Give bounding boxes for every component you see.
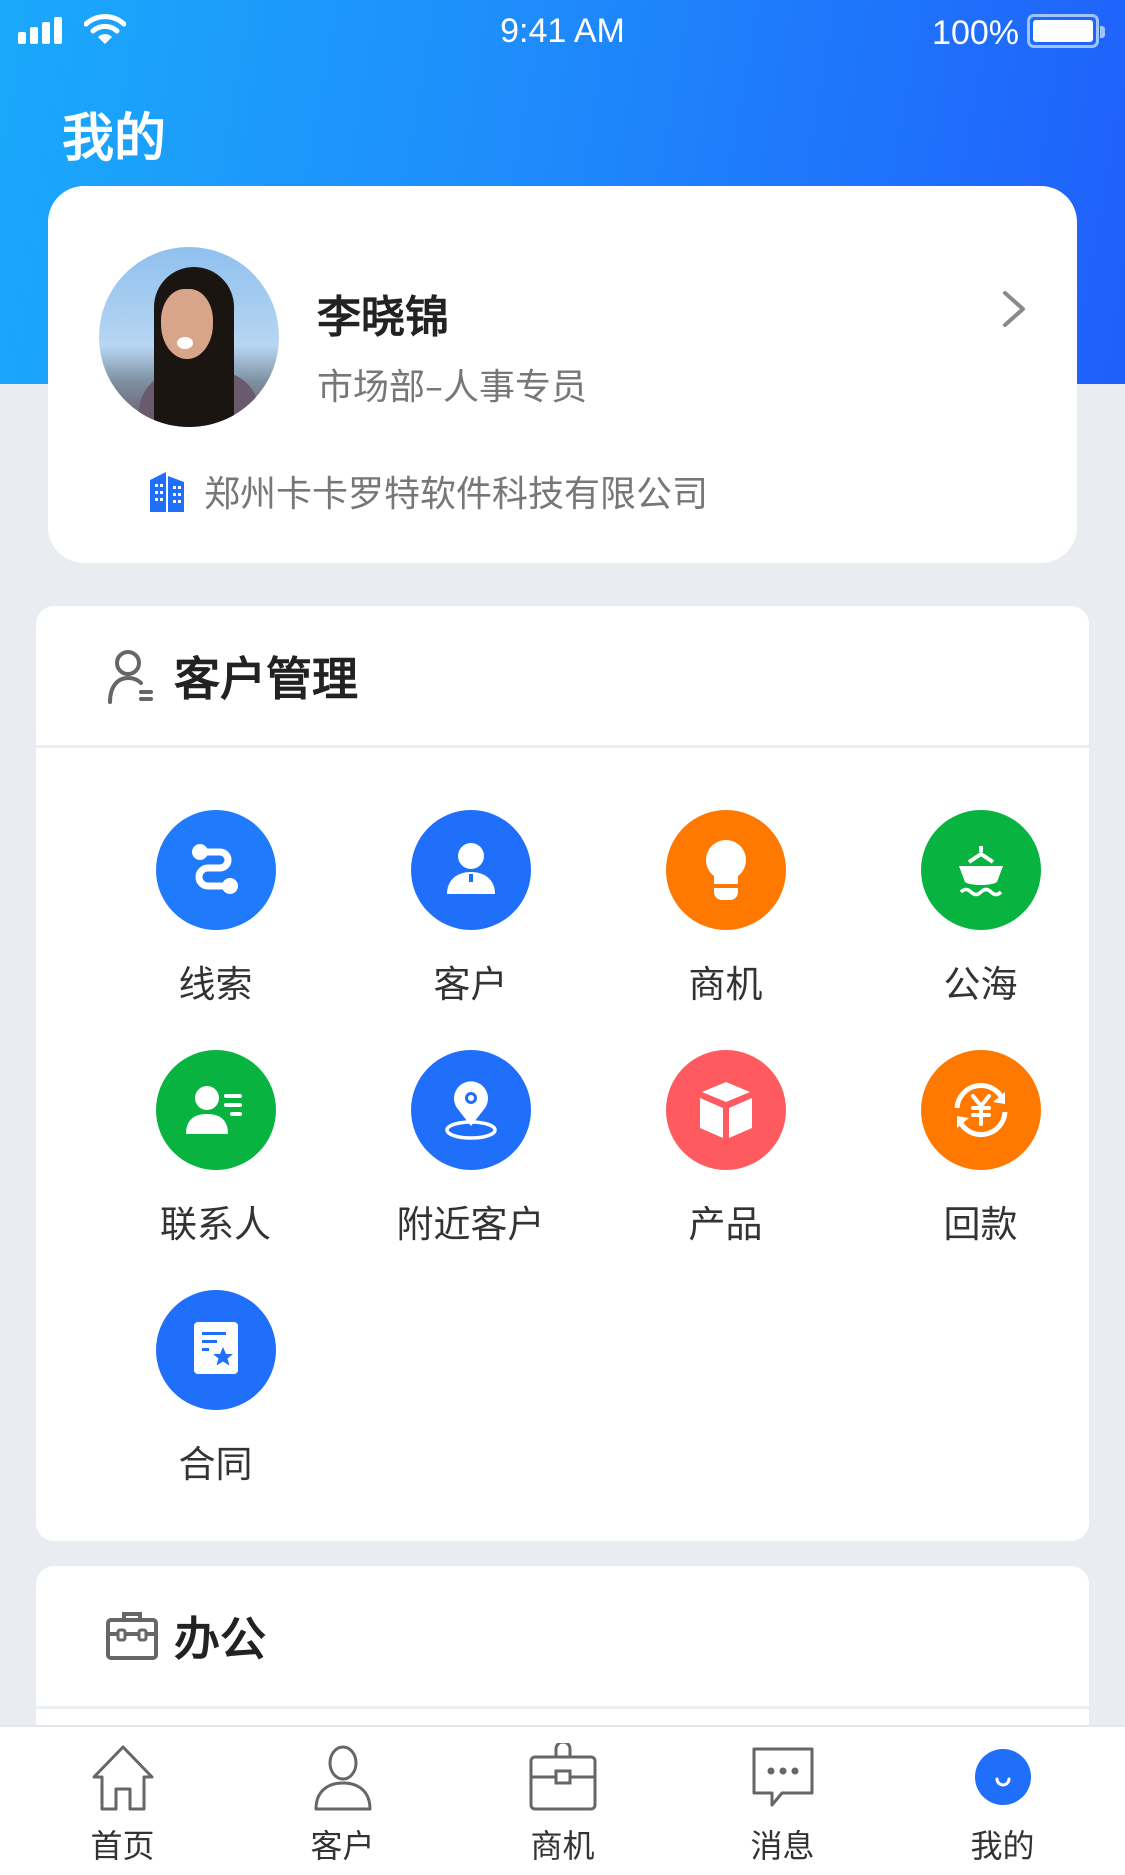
ship-icon xyxy=(921,810,1041,930)
tab-label: 客户 xyxy=(310,1827,375,1865)
tab-label: 我的 xyxy=(970,1827,1035,1865)
crm-item-opportunity[interactable]: 商机 xyxy=(598,810,853,1050)
profile-card[interactable]: 李晓锦 市场部–人事专员 郑州卡卡罗特软件科技有限公司 xyxy=(48,186,1077,563)
crm-item-contacts[interactable]: 联系人 xyxy=(88,1050,343,1290)
tab-label: 首页 xyxy=(90,1827,155,1865)
crm-item-products[interactable]: 产品 xyxy=(598,1050,853,1290)
contract-icon xyxy=(156,1290,276,1410)
avatar[interactable] xyxy=(99,247,279,427)
crm-item-label: 公海 xyxy=(943,963,1018,1006)
home-icon xyxy=(92,1745,154,1811)
user-name: 李晓锦 xyxy=(317,292,449,343)
crm-item-label: 联系人 xyxy=(160,1203,271,1246)
crm-section-header: 客户管理 xyxy=(36,606,1089,748)
person-icon xyxy=(314,1745,372,1811)
page-title: 我的 xyxy=(62,109,167,169)
chevron-right-icon[interactable] xyxy=(999,289,1029,329)
building-icon xyxy=(150,472,184,512)
office-section-header: 办公 xyxy=(36,1566,1089,1709)
user-department: 市场部–人事专员 xyxy=(317,367,588,408)
crm-item-label: 商机 xyxy=(688,963,763,1006)
crm-section: 客户管理 线索 客户 商机 公海 联系人 附近客户 产品 回款 合同 xyxy=(36,606,1089,1541)
tab-customers[interactable]: 客户 xyxy=(230,1727,455,1875)
user-manage-icon xyxy=(108,649,153,704)
briefcase-icon xyxy=(529,1743,597,1811)
crm-item-payments[interactable]: 回款 xyxy=(853,1050,1108,1290)
crm-item-label: 线索 xyxy=(178,963,253,1006)
contact-card-icon xyxy=(156,1050,276,1170)
crm-section-title: 客户管理 xyxy=(174,651,358,706)
office-section-title: 办公 xyxy=(174,1612,266,1666)
smile-face-icon xyxy=(975,1749,1031,1805)
customer-icon xyxy=(411,810,531,930)
crm-item-label: 合同 xyxy=(178,1443,253,1486)
tab-messages[interactable]: 消息 xyxy=(670,1727,895,1875)
tab-home[interactable]: 首页 xyxy=(10,1727,235,1875)
crm-item-label: 客户 xyxy=(433,963,508,1006)
crm-item-label: 回款 xyxy=(943,1203,1018,1246)
battery-icon xyxy=(1027,14,1105,48)
status-bar: 9:41 AM 100% xyxy=(0,0,1125,64)
crm-item-label: 附近客户 xyxy=(396,1203,545,1246)
crm-item-contracts[interactable]: 合同 xyxy=(88,1290,343,1530)
briefcase-icon xyxy=(106,1612,158,1660)
tab-mine[interactable]: 我的 xyxy=(890,1727,1115,1875)
yuan-refresh-icon xyxy=(921,1050,1041,1170)
tab-label: 消息 xyxy=(750,1827,815,1865)
leads-path-icon xyxy=(156,810,276,930)
location-pin-icon xyxy=(411,1050,531,1170)
message-icon xyxy=(752,1747,814,1807)
crm-item-nearby-customers[interactable]: 附近客户 xyxy=(343,1050,598,1290)
crm-item-public-pool[interactable]: 公海 xyxy=(853,810,1108,1050)
bottom-tab-bar: 首页 客户 商机 消息 我的 xyxy=(0,1725,1125,1875)
crm-item-leads[interactable]: 线索 xyxy=(88,810,343,1050)
tab-label: 商机 xyxy=(530,1827,595,1865)
company-name: 郑州卡卡罗特软件科技有限公司 xyxy=(204,474,709,515)
crm-item-label: 产品 xyxy=(688,1203,763,1246)
lightbulb-icon xyxy=(666,810,786,930)
cube-icon xyxy=(666,1050,786,1170)
crm-item-customer[interactable]: 客户 xyxy=(343,810,598,1050)
battery-percent: 100% xyxy=(932,14,1019,52)
company-row: 郑州卡卡罗特软件科技有限公司 xyxy=(148,468,709,515)
tab-opportunities[interactable]: 商机 xyxy=(450,1727,675,1875)
